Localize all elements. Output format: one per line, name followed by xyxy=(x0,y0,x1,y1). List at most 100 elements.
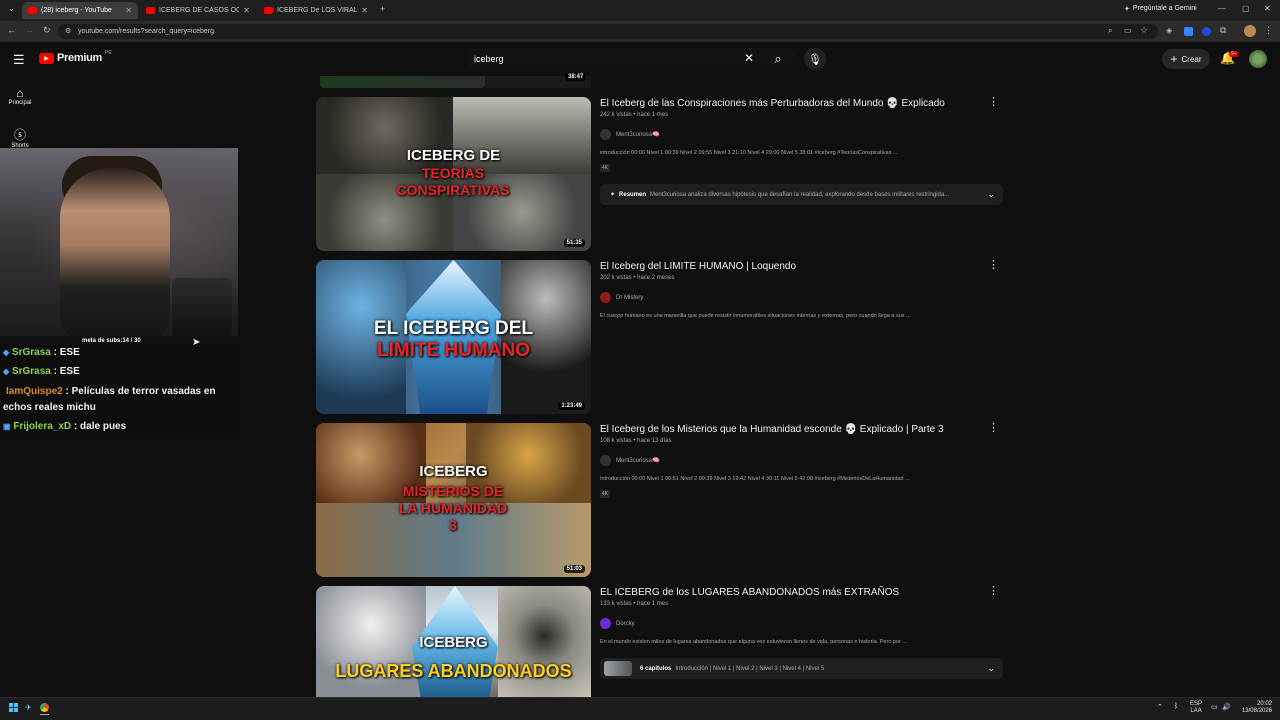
chat-message: IamQuispe2 : Películas de terror vasadas… xyxy=(3,386,216,413)
video-meta: 108 k vistas • hace 13 días xyxy=(600,438,672,444)
site-info-icon[interactable]: ⚙ xyxy=(65,27,71,35)
sidebar-item-principal[interactable]: ⌂ Principal xyxy=(0,86,40,106)
taskbar-app-icon[interactable]: ✈ xyxy=(25,703,32,712)
webcam-microphone xyxy=(172,278,232,336)
clear-search-icon[interactable]: ✕ xyxy=(744,51,754,65)
channel-avatar xyxy=(600,618,611,629)
tab-search-icon[interactable]: ⌄ xyxy=(8,4,15,13)
channel-link[interactable]: Ment3curiosa🧠 xyxy=(600,455,660,466)
close-icon[interactable]: ✕ xyxy=(243,6,250,15)
gemini-button[interactable]: ✦ Pregúntale a Gemini xyxy=(1124,5,1197,13)
search-button[interactable]: ⌕ xyxy=(764,48,792,70)
reload-icon[interactable]: ↻ xyxy=(43,25,51,36)
voice-search-button[interactable]: 🎙 xyxy=(804,48,826,70)
video-title[interactable]: El Iceberg de las Conspiraciones más Per… xyxy=(600,98,945,109)
more-options-icon[interactable]: ⋮ xyxy=(988,258,999,271)
video-thumbnail[interactable]: ICEBERG LUGARES ABANDONADOS xyxy=(316,586,591,697)
youtube-play-icon: ▶ xyxy=(39,52,54,64)
window-close-button[interactable]: ✕ xyxy=(1264,4,1271,13)
video-thumbnail[interactable]: EL ICEBERG DEL LIMITE HUMANO 1:23:49 xyxy=(316,260,591,414)
video-title[interactable]: EL ICEBERG de los LUGARES ABANDONADOS má… xyxy=(600,587,899,598)
4k-badge: 4K xyxy=(600,164,611,172)
chapter-thumbnail xyxy=(604,661,632,676)
sidebar-item-shorts[interactable]: ⓢ Shorts xyxy=(0,126,40,149)
create-button[interactable]: + Crear xyxy=(1162,49,1210,69)
youtube-favicon-icon xyxy=(146,7,155,14)
mouse-cursor-icon: ➤ xyxy=(192,337,201,348)
more-options-icon[interactable]: ⋮ xyxy=(988,584,999,597)
language-indicator[interactable]: ESP LAA xyxy=(1190,701,1202,715)
maximize-button[interactable]: ▢ xyxy=(1242,4,1250,13)
youtube-favicon-icon xyxy=(28,7,37,14)
webcam-overlay xyxy=(0,148,238,336)
windows-taskbar xyxy=(0,697,1280,720)
tab-label: ICEBERG DE CASOS OCURRIDO xyxy=(159,7,240,14)
video-thumbnail[interactable]: ICEBERG MISTERIOS DE LA HUMANIDAD 3 51:0… xyxy=(316,423,591,577)
windows-start-icon[interactable] xyxy=(9,703,18,712)
subs-goal-label: meta de subs:14 / 30 xyxy=(82,338,141,344)
channel-link[interactable]: Dr Mistery xyxy=(600,292,643,303)
channel-avatar xyxy=(600,129,611,140)
extension-blue-icon[interactable] xyxy=(1184,27,1193,36)
tab-label: (28) iceberg - YouTube xyxy=(41,7,112,14)
clock[interactable]: 20:02 13/08/2026 xyxy=(1236,701,1272,715)
extension-circle-icon[interactable] xyxy=(1202,27,1211,36)
url-text: youtube.com/results?search_query=iceberg xyxy=(78,28,214,35)
chat-message: ▣ Frijolera_xD : dale pues xyxy=(3,421,127,432)
network-icon[interactable]: ▭ xyxy=(1211,703,1218,711)
back-icon[interactable]: ← xyxy=(7,25,16,35)
video-meta: 133 k vistas • hace 1 mes xyxy=(600,601,669,607)
hamburger-menu-icon[interactable]: ☰ xyxy=(13,52,25,68)
close-icon[interactable]: ✕ xyxy=(125,6,132,15)
bookmark-star-icon[interactable]: ☆ xyxy=(1140,25,1148,36)
video-meta: 242 k vistas • hace 1 mes xyxy=(600,112,669,118)
chat-badge-icon: ◆ xyxy=(3,367,10,376)
more-options-icon[interactable]: ⋮ xyxy=(988,421,999,434)
duration-badge: 38:47 xyxy=(565,73,587,81)
account-avatar[interactable] xyxy=(1249,50,1267,68)
extension-icon[interactable]: ◈ xyxy=(1166,26,1172,35)
puzzle-icon[interactable]: ⧉ xyxy=(1220,25,1226,36)
home-icon: ⌂ xyxy=(16,86,24,100)
menu-dots-icon[interactable]: ⋮ xyxy=(1264,25,1273,36)
youtube-logo[interactable]: ▶ Premium PE xyxy=(39,50,112,64)
more-options-icon[interactable]: ⋮ xyxy=(988,95,999,108)
cast-icon[interactable]: ▭ xyxy=(1124,26,1132,35)
4k-badge: 4K xyxy=(600,490,611,498)
gemini-icon: ✦ xyxy=(1124,6,1130,13)
channel-link[interactable]: Ment3curiosa🧠 xyxy=(600,129,660,140)
video-title[interactable]: El Iceberg de los Misterios que la Human… xyxy=(600,424,944,435)
tab-label: ICEBERG De LOS VIRALES (Caso xyxy=(277,7,358,14)
tab-iceberg-casos[interactable]: ICEBERG DE CASOS OCURRIDO ✕ xyxy=(140,2,256,19)
video-thumbnail[interactable]: ICEBERG DE TEORÍAS CONSPIRATIVAS 51:35 xyxy=(316,97,591,251)
tray-chevron-icon[interactable]: ⌃ xyxy=(1157,703,1163,711)
chat-message: ◆ SrGrasa : ESE xyxy=(3,366,80,377)
volume-icon[interactable]: 🔊 xyxy=(1222,703,1231,711)
channel-avatar xyxy=(600,455,611,466)
profile-avatar[interactable] xyxy=(1244,25,1256,37)
tab-youtube[interactable]: (28) iceberg - YouTube ✕ xyxy=(22,2,138,19)
microphone-icon: 🎙 xyxy=(808,53,822,66)
active-app-indicator xyxy=(40,714,49,715)
chrome-taskbar-icon[interactable] xyxy=(40,703,49,712)
stream-chat: ◆ SrGrasa : ESE ◆ SrGrasa : ESE IamQuisp… xyxy=(0,345,238,435)
channel-link[interactable]: Dorcky xyxy=(600,618,635,629)
video-title[interactable]: El Iceberg del LIMITE HUMANO | Loquendo xyxy=(600,261,796,272)
video-description: El cuerpo humano es una maravilla que pu… xyxy=(600,313,911,319)
partial-thumbnail[interactable] xyxy=(320,76,485,88)
close-icon[interactable]: ✕ xyxy=(361,6,368,15)
chevron-down-icon[interactable]: ⌄ xyxy=(987,663,995,674)
youtube-favicon-icon xyxy=(264,7,273,14)
new-tab-button[interactable]: + xyxy=(380,4,385,14)
address-bar[interactable]: ⚙ youtube.com/results?search_query=icebe… xyxy=(58,24,1158,39)
minimize-button[interactable]: — xyxy=(1218,4,1226,13)
zoom-icon[interactable]: ⌕ xyxy=(1108,26,1112,36)
tab-iceberg-virales[interactable]: ICEBERG De LOS VIRALES (Caso ✕ xyxy=(258,2,374,19)
video-description: En el mundo existen miles de lugares aba… xyxy=(600,639,907,645)
forward-icon[interactable]: → xyxy=(25,25,34,35)
bluetooth-icon[interactable]: ᛒ xyxy=(1174,703,1178,710)
chevron-down-icon[interactable]: ⌄ xyxy=(987,189,995,200)
search-icon: ⌕ xyxy=(774,51,782,66)
ai-summary-panel[interactable]: ✦ Resumen Ment3curiosa analiza diversas … xyxy=(600,184,1003,205)
chapters-panel[interactable]: 6 capítulos Introducción | Nivel 1 | Niv… xyxy=(600,658,1003,679)
